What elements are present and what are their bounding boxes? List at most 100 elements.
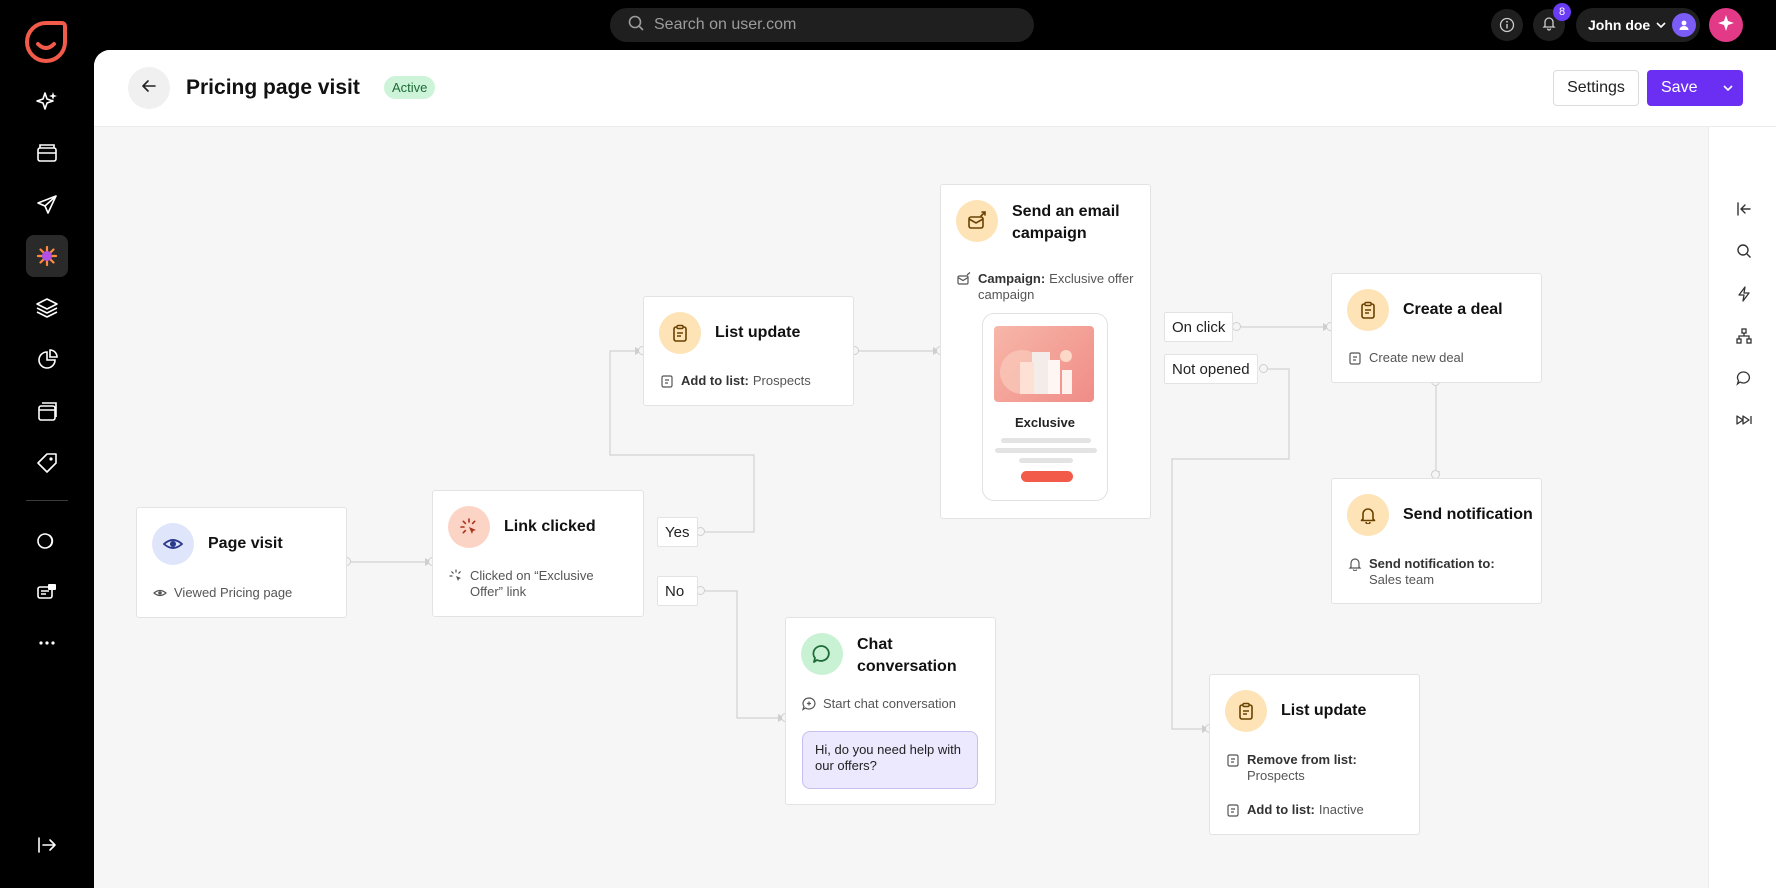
node-subtitle: Viewed Pricing page	[153, 585, 292, 601]
node-subtitle-value: Sales team	[1369, 572, 1435, 587]
tag-icon[interactable]	[26, 442, 68, 484]
notifications-button[interactable]: 8	[1533, 3, 1571, 41]
wallet-icon[interactable]	[26, 132, 68, 174]
clipboard-icon	[1225, 690, 1267, 732]
email-send-icon	[957, 272, 971, 285]
collapse-panel-icon[interactable]	[1733, 198, 1755, 220]
forward-icon[interactable]	[1733, 409, 1755, 431]
hierarchy-icon[interactable]	[1733, 325, 1755, 347]
save-button[interactable]: Save	[1647, 70, 1743, 106]
node-title: Send an email campaign	[1012, 203, 1120, 242]
notification-count-badge: 8	[1553, 3, 1571, 21]
text-placeholder-line	[1019, 458, 1073, 463]
node-subtitle-text: Viewed Pricing page	[174, 585, 293, 600]
expand-rail-icon[interactable]	[26, 824, 68, 866]
email-preview-cta	[1021, 471, 1073, 482]
user-menu[interactable]: John doe	[1576, 8, 1700, 42]
chat-plus-icon	[802, 697, 816, 711]
bell-icon	[1347, 494, 1389, 536]
node-subtitle-label: Add to list:	[681, 373, 749, 388]
node-subtitle-label: Send notification to:	[1369, 556, 1495, 571]
email-preview[interactable]: Exclusive	[982, 313, 1108, 501]
email-send-icon	[956, 200, 998, 242]
clipboard-icon	[1347, 289, 1389, 331]
node-subtitle-label: Add to list:	[1247, 802, 1315, 817]
clipboard-icon	[1227, 754, 1239, 767]
page-title: Pricing page visit	[186, 76, 360, 99]
node-subtitle-text: Clicked on “Exclusive Offer” link	[470, 568, 594, 599]
clipboard-icon	[661, 375, 673, 388]
node-create-deal[interactable]: Create a deal Create new deal	[1331, 273, 1542, 383]
back-button[interactable]	[128, 67, 170, 109]
node-subtitle-value: Prospects	[752, 373, 811, 388]
connector-port[interactable]	[1259, 364, 1268, 373]
node-subtitle: Create new deal	[1348, 350, 1464, 366]
more-icon[interactable]	[26, 622, 68, 664]
node-list-update-1[interactable]: List update Add to list: Prospects	[643, 296, 854, 406]
node-subtitle-text: Start chat conversation	[823, 696, 956, 711]
chevron-down-icon	[1656, 17, 1666, 33]
info-icon[interactable]	[1491, 9, 1523, 41]
node-title: Link clicked	[504, 518, 596, 535]
right-toolbar	[1708, 127, 1776, 888]
window-icon[interactable]	[26, 391, 68, 433]
node-subtitle-label: Remove from list:	[1247, 752, 1357, 767]
chat-icon[interactable]	[1733, 367, 1755, 389]
chat-message-preview: Hi, do you need help with our offers?	[802, 731, 978, 789]
coins-icon[interactable]	[26, 520, 68, 562]
user-name: John doe	[1588, 17, 1651, 33]
branch-yes[interactable]: Yes	[657, 517, 698, 547]
save-button-label: Save	[1661, 79, 1698, 96]
clipboard-icon	[1349, 352, 1361, 365]
rail-divider	[26, 500, 68, 501]
eye-icon	[153, 589, 167, 597]
automation-icon[interactable]	[26, 235, 68, 277]
save-options-button[interactable]	[1713, 70, 1743, 106]
node-send-notification[interactable]: Send notification Send notification to: S…	[1331, 478, 1542, 604]
node-title: Send notification	[1403, 506, 1533, 523]
node-list-update-2[interactable]: List update Remove from list: Prospects A…	[1209, 674, 1420, 835]
connector-port[interactable]	[1232, 322, 1241, 331]
node-subtitle-add: Add to list: Inactive	[1226, 802, 1364, 818]
avatar	[1672, 13, 1696, 37]
node-subtitle: Start chat conversation	[802, 696, 956, 712]
branch-on-click[interactable]: On click	[1164, 312, 1234, 342]
search-icon	[628, 15, 644, 36]
search-input[interactable]	[654, 16, 1014, 34]
node-title: List update	[1281, 702, 1367, 719]
email-preview-title: Exclusive	[1015, 415, 1075, 430]
page-header: Pricing page visit Active Settings Save	[94, 50, 1776, 127]
branch-no[interactable]: No	[657, 576, 698, 606]
cursor-click-icon	[449, 569, 461, 581]
logo-icon[interactable]	[24, 20, 68, 64]
email-preview-image	[994, 326, 1094, 402]
node-subtitle: Clicked on “Exclusive Offer” link	[449, 568, 629, 600]
text-placeholder-line	[995, 448, 1097, 453]
clipboard-icon	[1227, 804, 1239, 817]
node-subtitle: Send notification to: Sales team	[1348, 556, 1528, 588]
pie-chart-icon[interactable]	[26, 339, 68, 381]
node-title: List update	[715, 324, 801, 341]
node-page-visit[interactable]: Page visit Viewed Pricing page	[136, 507, 347, 618]
arrow-left-icon	[142, 79, 156, 98]
node-title: Create a deal	[1403, 301, 1503, 318]
bolt-icon[interactable]	[1733, 283, 1755, 305]
node-subtitle-text: Create new deal	[1369, 350, 1464, 365]
global-search[interactable]	[610, 8, 1034, 42]
eye-icon	[152, 523, 194, 565]
node-subtitle-value: Inactive	[1318, 802, 1364, 817]
branch-not-opened[interactable]: Not opened	[1164, 354, 1258, 384]
node-link-clicked[interactable]: Link clicked Clicked on “Exclusive Offer…	[432, 490, 644, 617]
chat-stack-icon[interactable]	[26, 572, 68, 614]
node-subtitle-value: Prospects	[1247, 768, 1305, 783]
search-icon[interactable]	[1733, 240, 1755, 262]
sparkle-icon[interactable]	[26, 81, 68, 123]
clipboard-icon	[659, 312, 701, 354]
node-subtitle: Add to list: Prospects	[660, 373, 811, 389]
layers-icon[interactable]	[26, 287, 68, 329]
ai-assistant-button[interactable]	[1709, 8, 1743, 42]
settings-button[interactable]: Settings	[1553, 70, 1639, 106]
send-icon[interactable]	[26, 184, 68, 226]
node-title: Page visit	[208, 535, 283, 552]
node-title: Chat conversation	[857, 636, 957, 675]
